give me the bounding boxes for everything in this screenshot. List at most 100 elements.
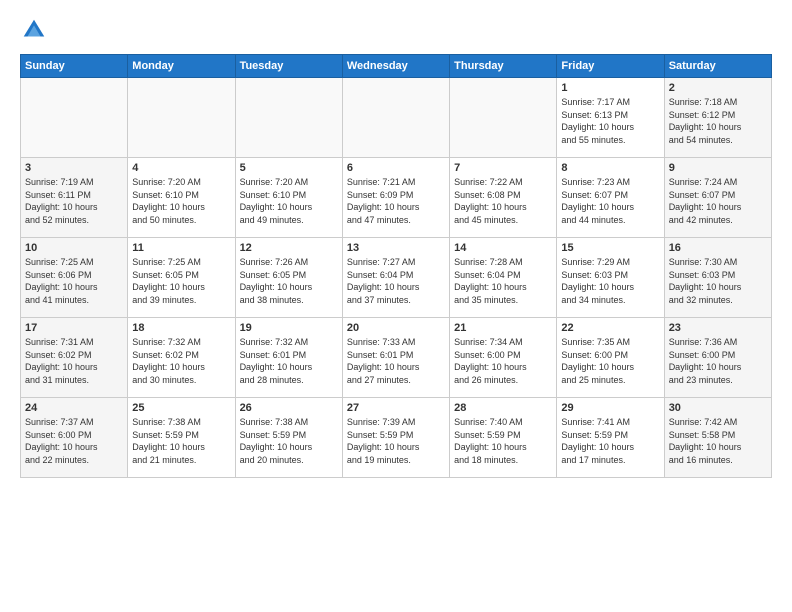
day-number: 16 xyxy=(669,242,767,254)
day-info: Sunrise: 7:28 AM Sunset: 6:04 PM Dayligh… xyxy=(454,256,552,306)
weekday-header-sunday: Sunday xyxy=(21,55,128,78)
day-number: 12 xyxy=(240,242,338,254)
calendar-cell: 27 Sunrise: 7:39 AM Sunset: 5:59 PM Dayli… xyxy=(342,398,449,478)
day-info: Sunrise: 7:33 AM Sunset: 6:01 PM Dayligh… xyxy=(347,336,445,386)
day-number: 30 xyxy=(669,402,767,414)
calendar-cell: 19 Sunrise: 7:32 AM Sunset: 6:01 PM Dayli… xyxy=(235,318,342,398)
day-number: 7 xyxy=(454,162,552,174)
calendar-cell: 7 Sunrise: 7:22 AM Sunset: 6:08 PM Daylig… xyxy=(450,158,557,238)
week-row-3: 17 Sunrise: 7:31 AM Sunset: 6:02 PM Dayli… xyxy=(21,318,772,398)
day-number: 2 xyxy=(669,82,767,94)
day-number: 3 xyxy=(25,162,123,174)
day-info: Sunrise: 7:39 AM Sunset: 5:59 PM Dayligh… xyxy=(347,416,445,466)
weekday-header-tuesday: Tuesday xyxy=(235,55,342,78)
day-number: 4 xyxy=(132,162,230,174)
day-info: Sunrise: 7:18 AM Sunset: 6:12 PM Dayligh… xyxy=(669,96,767,146)
logo xyxy=(20,16,52,44)
day-number: 5 xyxy=(240,162,338,174)
day-number: 15 xyxy=(561,242,659,254)
day-info: Sunrise: 7:42 AM Sunset: 5:58 PM Dayligh… xyxy=(669,416,767,466)
calendar-cell: 4 Sunrise: 7:20 AM Sunset: 6:10 PM Daylig… xyxy=(128,158,235,238)
day-info: Sunrise: 7:17 AM Sunset: 6:13 PM Dayligh… xyxy=(561,96,659,146)
day-info: Sunrise: 7:36 AM Sunset: 6:00 PM Dayligh… xyxy=(669,336,767,386)
day-info: Sunrise: 7:20 AM Sunset: 6:10 PM Dayligh… xyxy=(240,176,338,226)
day-number: 18 xyxy=(132,322,230,334)
calendar-cell: 28 Sunrise: 7:40 AM Sunset: 5:59 PM Dayli… xyxy=(450,398,557,478)
calendar-cell: 20 Sunrise: 7:33 AM Sunset: 6:01 PM Dayli… xyxy=(342,318,449,398)
day-number: 23 xyxy=(669,322,767,334)
calendar-cell: 14 Sunrise: 7:28 AM Sunset: 6:04 PM Dayli… xyxy=(450,238,557,318)
calendar-cell: 10Sunrise: 7:25 AM Sunset: 6:06 PM Dayli… xyxy=(21,238,128,318)
day-number: 13 xyxy=(347,242,445,254)
day-info: Sunrise: 7:30 AM Sunset: 6:03 PM Dayligh… xyxy=(669,256,767,306)
day-info: Sunrise: 7:19 AM Sunset: 6:11 PM Dayligh… xyxy=(25,176,123,226)
calendar-cell: 22Sunrise: 7:35 AM Sunset: 6:00 PM Dayli… xyxy=(557,318,664,398)
calendar-cell: 30 Sunrise: 7:42 AM Sunset: 5:58 PM Dayli… xyxy=(664,398,771,478)
day-info: Sunrise: 7:38 AM Sunset: 5:59 PM Dayligh… xyxy=(132,416,230,466)
week-row-1: 3 Sunrise: 7:19 AM Sunset: 6:11 PM Daylig… xyxy=(21,158,772,238)
calendar-cell xyxy=(128,78,235,158)
day-info: Sunrise: 7:37 AM Sunset: 6:00 PM Dayligh… xyxy=(25,416,123,466)
day-info: Sunrise: 7:29 AM Sunset: 6:03 PM Dayligh… xyxy=(561,256,659,306)
calendar-cell: 5 Sunrise: 7:20 AM Sunset: 6:10 PM Daylig… xyxy=(235,158,342,238)
calendar-cell xyxy=(450,78,557,158)
weekday-header-friday: Friday xyxy=(557,55,664,78)
calendar-cell: 9Sunrise: 7:24 AM Sunset: 6:07 PM Daylig… xyxy=(664,158,771,238)
calendar-cell: 8 Sunrise: 7:23 AM Sunset: 6:07 PM Daylig… xyxy=(557,158,664,238)
day-info: Sunrise: 7:21 AM Sunset: 6:09 PM Dayligh… xyxy=(347,176,445,226)
day-number: 25 xyxy=(132,402,230,414)
day-info: Sunrise: 7:23 AM Sunset: 6:07 PM Dayligh… xyxy=(561,176,659,226)
weekday-header-row: SundayMondayTuesdayWednesdayThursdayFrid… xyxy=(21,55,772,78)
day-number: 20 xyxy=(347,322,445,334)
day-info: Sunrise: 7:35 AM Sunset: 6:00 PM Dayligh… xyxy=(561,336,659,386)
day-info: Sunrise: 7:40 AM Sunset: 5:59 PM Dayligh… xyxy=(454,416,552,466)
calendar-cell: 29Sunrise: 7:41 AM Sunset: 5:59 PM Dayli… xyxy=(557,398,664,478)
day-number: 21 xyxy=(454,322,552,334)
week-row-2: 10Sunrise: 7:25 AM Sunset: 6:06 PM Dayli… xyxy=(21,238,772,318)
calendar-cell: 26Sunrise: 7:38 AM Sunset: 5:59 PM Dayli… xyxy=(235,398,342,478)
calendar-table: SundayMondayTuesdayWednesdayThursdayFrid… xyxy=(20,54,772,478)
weekday-header-wednesday: Wednesday xyxy=(342,55,449,78)
day-number: 27 xyxy=(347,402,445,414)
calendar-cell: 1 Sunrise: 7:17 AM Sunset: 6:13 PM Daylig… xyxy=(557,78,664,158)
calendar-cell: 12 Sunrise: 7:26 AM Sunset: 6:05 PM Dayli… xyxy=(235,238,342,318)
calendar-cell: 24 Sunrise: 7:37 AM Sunset: 6:00 PM Dayli… xyxy=(21,398,128,478)
day-number: 6 xyxy=(347,162,445,174)
day-number: 26 xyxy=(240,402,338,414)
day-number: 11 xyxy=(132,242,230,254)
calendar-cell: 17 Sunrise: 7:31 AM Sunset: 6:02 PM Dayli… xyxy=(21,318,128,398)
day-info: Sunrise: 7:32 AM Sunset: 6:01 PM Dayligh… xyxy=(240,336,338,386)
day-number: 29 xyxy=(561,402,659,414)
calendar-cell: 16 Sunrise: 7:30 AM Sunset: 6:03 PM Dayli… xyxy=(664,238,771,318)
day-info: Sunrise: 7:27 AM Sunset: 6:04 PM Dayligh… xyxy=(347,256,445,306)
week-row-0: 1 Sunrise: 7:17 AM Sunset: 6:13 PM Daylig… xyxy=(21,78,772,158)
day-info: Sunrise: 7:31 AM Sunset: 6:02 PM Dayligh… xyxy=(25,336,123,386)
day-info: Sunrise: 7:22 AM Sunset: 6:08 PM Dayligh… xyxy=(454,176,552,226)
calendar-cell: 15 Sunrise: 7:29 AM Sunset: 6:03 PM Dayli… xyxy=(557,238,664,318)
logo-icon xyxy=(20,16,48,44)
calendar-cell: 2 Sunrise: 7:18 AM Sunset: 6:12 PM Daylig… xyxy=(664,78,771,158)
day-number: 17 xyxy=(25,322,123,334)
calendar-cell: 3 Sunrise: 7:19 AM Sunset: 6:11 PM Daylig… xyxy=(21,158,128,238)
week-row-4: 24 Sunrise: 7:37 AM Sunset: 6:00 PM Dayli… xyxy=(21,398,772,478)
calendar-cell: 6 Sunrise: 7:21 AM Sunset: 6:09 PM Daylig… xyxy=(342,158,449,238)
day-number: 19 xyxy=(240,322,338,334)
calendar-cell xyxy=(21,78,128,158)
calendar-cell: 23 Sunrise: 7:36 AM Sunset: 6:00 PM Dayli… xyxy=(664,318,771,398)
day-number: 8 xyxy=(561,162,659,174)
day-number: 28 xyxy=(454,402,552,414)
day-number: 14 xyxy=(454,242,552,254)
day-info: Sunrise: 7:20 AM Sunset: 6:10 PM Dayligh… xyxy=(132,176,230,226)
day-info: Sunrise: 7:34 AM Sunset: 6:00 PM Dayligh… xyxy=(454,336,552,386)
day-number: 9 xyxy=(669,162,767,174)
day-info: Sunrise: 7:25 AM Sunset: 6:05 PM Dayligh… xyxy=(132,256,230,306)
weekday-header-saturday: Saturday xyxy=(664,55,771,78)
calendar-cell: 11 Sunrise: 7:25 AM Sunset: 6:05 PM Dayli… xyxy=(128,238,235,318)
calendar-cell xyxy=(342,78,449,158)
calendar-cell xyxy=(235,78,342,158)
day-info: Sunrise: 7:26 AM Sunset: 6:05 PM Dayligh… xyxy=(240,256,338,306)
day-number: 1 xyxy=(561,82,659,94)
day-number: 24 xyxy=(25,402,123,414)
calendar-cell: 25 Sunrise: 7:38 AM Sunset: 5:59 PM Dayli… xyxy=(128,398,235,478)
calendar-cell: 18Sunrise: 7:32 AM Sunset: 6:02 PM Dayli… xyxy=(128,318,235,398)
